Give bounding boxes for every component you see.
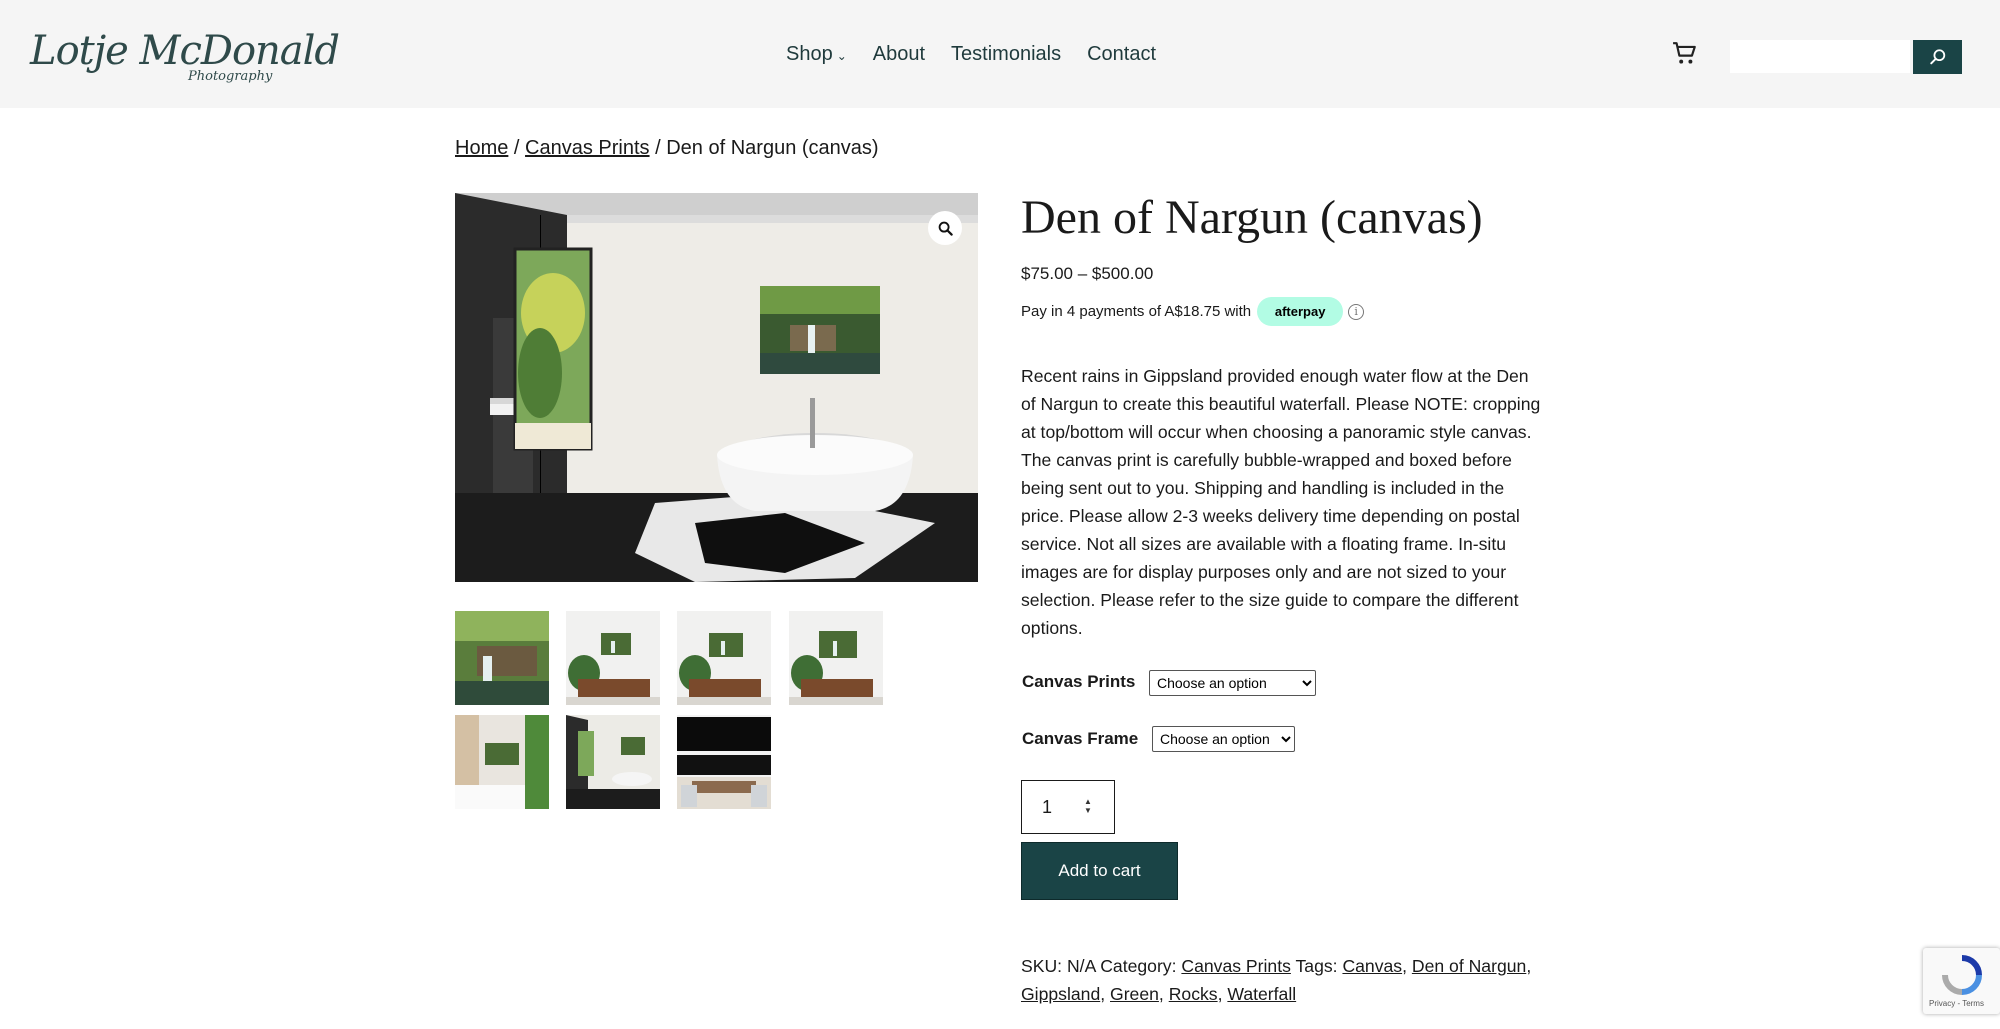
tag-link[interactable]: Canvas	[1342, 956, 1402, 976]
breadcrumb-separator: /	[655, 137, 661, 159]
quantity-value[interactable]: 1	[1042, 797, 1052, 818]
afterpay-logo[interactable]: afterpay	[1257, 297, 1344, 326]
product-title: Den of Nargun (canvas)	[1021, 191, 1483, 244]
quantity-stepper[interactable]: 1 ▲ ▼	[1021, 780, 1115, 834]
category-link[interactable]: Canvas Prints	[1181, 956, 1291, 976]
nav-item-testimonials[interactable]: Testimonials	[951, 43, 1061, 66]
sku-label: SKU:	[1021, 956, 1063, 976]
sku-value: N/A	[1066, 956, 1096, 976]
nav-item-shop-label: Shop	[786, 43, 833, 65]
product-thumbnail[interactable]	[677, 611, 771, 705]
quantity-spinner-icon[interactable]: ▲ ▼	[1082, 797, 1094, 815]
product-thumbnail[interactable]	[455, 611, 549, 705]
product-main-image[interactable]	[455, 193, 978, 582]
search-button[interactable]	[1913, 40, 1962, 74]
afterpay-text: Pay in 4 payments of A$18.75 with	[1021, 303, 1252, 320]
variation-label-canvas-frame: Canvas Frame	[1022, 729, 1139, 748]
breadcrumb-home-link[interactable]: Home	[455, 137, 508, 159]
recaptcha-icon	[1942, 955, 1982, 995]
product-thumbnail[interactable]	[566, 715, 660, 809]
tag-link[interactable]: Den of Nargun	[1412, 956, 1526, 976]
zoom-button[interactable]	[928, 211, 962, 245]
product-price: $75.00 – $500.00	[1021, 264, 1154, 283]
breadcrumb-category-link[interactable]: Canvas Prints	[525, 137, 650, 159]
nav-item-shop[interactable]: Shop ⌄	[786, 43, 847, 66]
recaptcha-badge[interactable]: Privacy - Terms	[1923, 948, 2000, 1014]
tags-label: Tags:	[1295, 956, 1338, 976]
info-icon[interactable]: i	[1348, 303, 1365, 320]
tag-link[interactable]: Gippsland	[1021, 984, 1100, 1004]
site-header: Lotje McDonald Photography Shop ⌄ About T…	[0, 0, 2000, 108]
canvas-prints-select[interactable]: Choose an option	[1149, 670, 1316, 696]
main-nav: Shop ⌄ About Testimonials Contact	[786, 43, 1156, 66]
cart-icon[interactable]	[1672, 41, 1698, 67]
product-thumbnail[interactable]	[789, 611, 883, 705]
add-to-cart-button[interactable]: Add to cart	[1021, 842, 1178, 900]
afterpay-message: Pay in 4 payments of A$18.75 with afterp…	[1021, 297, 1365, 326]
nav-item-contact[interactable]: Contact	[1087, 43, 1156, 66]
logo-subtitle: Photography	[188, 69, 273, 84]
search-icon	[1929, 49, 1945, 65]
search-input[interactable]	[1730, 40, 1910, 73]
breadcrumb: Home / Canvas Prints / Den of Nargun (ca…	[455, 137, 879, 160]
variation-label-canvas-prints: Canvas Prints	[1022, 672, 1136, 691]
breadcrumb-separator: /	[513, 137, 520, 159]
recaptcha-terms[interactable]: Privacy - Terms	[1929, 999, 1984, 1008]
product-description: Recent rains in Gippsland provided enoug…	[1021, 366, 1541, 638]
breadcrumb-current: Den of Nargun (canvas)	[666, 137, 879, 159]
tag-link[interactable]: Rocks	[1169, 984, 1218, 1004]
chevron-down-icon: ⌄	[836, 49, 847, 63]
product-thumbnail[interactable]	[455, 715, 549, 809]
category-label: Category:	[1100, 956, 1177, 976]
nav-item-about[interactable]: About	[873, 43, 925, 66]
zoom-icon	[938, 221, 953, 236]
tag-link[interactable]: Green	[1110, 984, 1159, 1004]
site-logo[interactable]: Lotje McDonald Photography	[30, 28, 340, 94]
product-meta: SKU: N/A Category: Canvas Prints Tags: C…	[1021, 956, 1532, 1004]
product-thumbnail[interactable]	[566, 611, 660, 705]
canvas-frame-select[interactable]: Choose an option	[1152, 726, 1295, 752]
logo-script-text: Lotje McDonald	[30, 28, 340, 74]
tag-link[interactable]: Waterfall	[1227, 984, 1296, 1004]
product-thumbnail[interactable]	[677, 715, 771, 809]
